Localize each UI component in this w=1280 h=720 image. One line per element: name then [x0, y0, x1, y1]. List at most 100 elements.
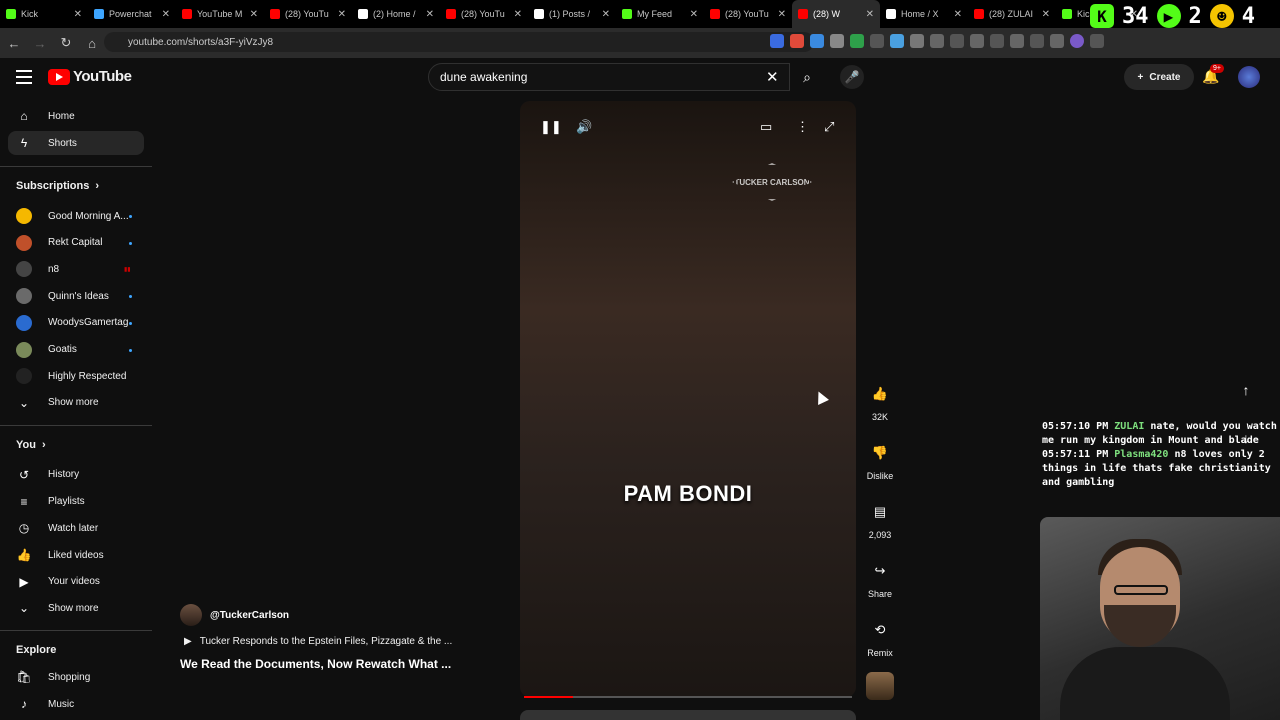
divider	[0, 424, 152, 426]
extension-icon[interactable]	[790, 34, 804, 48]
sidebar-item[interactable]: ⌂ Home	[8, 104, 144, 128]
account-avatar[interactable]	[1238, 66, 1260, 88]
browser-tab[interactable]: (2) Home / ✕	[352, 0, 440, 28]
close-icon[interactable]: ✕	[954, 9, 962, 20]
share-button[interactable]: ↪ Share	[862, 557, 898, 599]
close-icon[interactable]: ✕	[162, 9, 170, 20]
sidebar-item[interactable]: Highly Respected	[8, 364, 144, 388]
sidebar-item[interactable]: WoodysGamertag	[8, 311, 144, 335]
search-icon[interactable]: ⌕	[790, 63, 824, 91]
browser-tab[interactable]: YouTube M ✕	[176, 0, 264, 28]
profile-icon[interactable]	[1070, 34, 1084, 48]
extension-icon[interactable]	[930, 34, 944, 48]
remix-button[interactable]: ⟲ Remix	[862, 616, 898, 658]
forward-icon[interactable]: →	[28, 31, 52, 55]
close-icon[interactable]: ✕	[866, 9, 874, 20]
short-video-player[interactable]: ❚❚ 🔊 ▭ ⋮ ⤢ TUCKER CARLSON PAM BONDI	[520, 101, 856, 697]
video-progress-bar[interactable]	[524, 696, 852, 698]
browser-tab[interactable]: Powerchat ✕	[88, 0, 176, 28]
extension-icon[interactable]	[990, 34, 1004, 48]
subscriptions-heading[interactable]: Subscriptions ›	[16, 180, 99, 192]
back-icon[interactable]: ←	[2, 31, 26, 55]
pause-icon[interactable]: ❚❚	[540, 119, 562, 135]
fullscreen-icon[interactable]: ⤢	[824, 119, 834, 135]
you-heading[interactable]: You ›	[16, 439, 46, 451]
sidebar-item[interactable]: ♪ Music	[8, 692, 144, 716]
close-icon[interactable]: ✕	[1042, 9, 1050, 20]
sidebar-item[interactable]: Good Morning A...	[8, 204, 144, 228]
sidebar-item[interactable]: 👍 Liked videos	[8, 543, 144, 567]
channel-handle[interactable]: @TuckerCarlson	[180, 604, 480, 626]
close-icon[interactable]: ✕	[690, 9, 698, 20]
browser-tab[interactable]: (28) YouTu ✕	[440, 0, 528, 28]
close-icon[interactable]: ✕	[514, 9, 522, 20]
notifications-bell-icon[interactable]: 🔔 9+	[1202, 64, 1224, 85]
extension-icon[interactable]	[1050, 34, 1064, 48]
close-icon[interactable]: ✕	[602, 9, 610, 20]
microphone-icon[interactable]: 🎤	[840, 65, 864, 89]
captions-icon[interactable]: ▭	[760, 119, 772, 135]
shopping-icon: 🛍	[16, 670, 32, 685]
extension-icon[interactable]	[1030, 34, 1044, 48]
extension-icon[interactable]	[810, 34, 824, 48]
linked-video[interactable]: ▶ Tucker Responds to the Epstein Files, …	[180, 636, 480, 647]
comments-button[interactable]: ▤ 2,093	[862, 498, 898, 540]
tab-label: YouTube M	[197, 9, 243, 19]
extension-icon[interactable]	[950, 34, 964, 48]
close-icon[interactable]: ✕	[426, 9, 434, 20]
youtube-logo[interactable]: YouTube	[48, 68, 132, 85]
sidebar-item[interactable]: ϟ Shorts	[8, 131, 144, 155]
sidebar-item[interactable]: ◷ Watch later	[8, 516, 144, 540]
extension-icon[interactable]	[770, 34, 784, 48]
sidebar-item[interactable]: Quinn's Ideas	[8, 284, 144, 308]
browser-tab[interactable]: My Feed ✕	[616, 0, 704, 28]
more-options-icon[interactable]: ⋮	[796, 119, 809, 135]
sidebar-item[interactable]: ▶ Your videos	[8, 570, 144, 594]
home-browser-icon[interactable]: ⌂	[80, 31, 104, 55]
tab-label: (1) Posts /	[549, 9, 591, 19]
browser-tab[interactable]: (28) YouTu ✕	[264, 0, 352, 28]
close-icon[interactable]: ✕	[778, 9, 786, 20]
menu-icon[interactable]	[1090, 34, 1104, 48]
browser-tab[interactable]: (28) YouTu ✕	[704, 0, 792, 28]
browser-tab[interactable]: Home / X ✕	[880, 0, 968, 28]
menu-hamburger-icon[interactable]	[16, 70, 32, 84]
address-bar[interactable]: youtube.com/shorts/a3F-yiVzJy8	[104, 32, 814, 52]
close-icon[interactable]: ✕	[250, 9, 258, 20]
close-icon[interactable]: ✕	[74, 9, 82, 20]
channel-avatar[interactable]	[866, 672, 894, 700]
sidebar-item[interactable]: ⌄ Show more	[8, 596, 144, 620]
extension-icon[interactable]	[850, 34, 864, 48]
sidebar-item[interactable]: 🛍 Shopping	[8, 665, 144, 689]
create-button[interactable]: + Create	[1124, 64, 1194, 90]
volume-icon[interactable]: 🔊	[576, 119, 592, 135]
extension-icon[interactable]	[970, 34, 984, 48]
arrow-up-icon[interactable]: ↑	[1236, 380, 1256, 400]
dislike-button[interactable]: 👎 Dislike	[862, 439, 898, 481]
sidebar-item-label: Quinn's Ideas	[48, 290, 109, 302]
reload-icon[interactable]: ↻	[54, 31, 78, 55]
browser-tab[interactable]: (1) Posts / ✕	[528, 0, 616, 28]
browser-tab[interactable]: Kick ✕	[0, 0, 88, 28]
avatar[interactable]	[180, 604, 202, 626]
tab-favicon-icon	[798, 9, 808, 19]
extension-icon[interactable]	[830, 34, 844, 48]
sidebar-item[interactable]: ↺ History	[8, 463, 144, 487]
browser-tab[interactable]: (28) ZULAI ✕	[968, 0, 1056, 28]
next-short-preview[interactable]	[520, 710, 856, 720]
like-button[interactable]: 👍 32K	[862, 380, 898, 422]
share-icon: ↪	[874, 563, 886, 578]
sidebar-item[interactable]: ⌄ Show more	[8, 391, 144, 415]
close-icon[interactable]: ✕	[338, 9, 346, 20]
extension-icon[interactable]	[1010, 34, 1024, 48]
clear-search-icon[interactable]: ✕	[766, 68, 779, 86]
sidebar-item[interactable]: ≡ Playlists	[8, 490, 144, 514]
sidebar-item[interactable]: Rekt Capital	[8, 231, 144, 255]
extension-icon[interactable]	[890, 34, 904, 48]
browser-tab[interactable]: (28) W ✕	[792, 0, 880, 28]
sidebar-item-label: Highly Respected	[48, 370, 127, 382]
extension-icon[interactable]	[870, 34, 884, 48]
sidebar-item[interactable]: Goatis	[8, 338, 144, 362]
search-input[interactable]: dune awakening	[428, 63, 790, 91]
extension-icon[interactable]	[910, 34, 924, 48]
